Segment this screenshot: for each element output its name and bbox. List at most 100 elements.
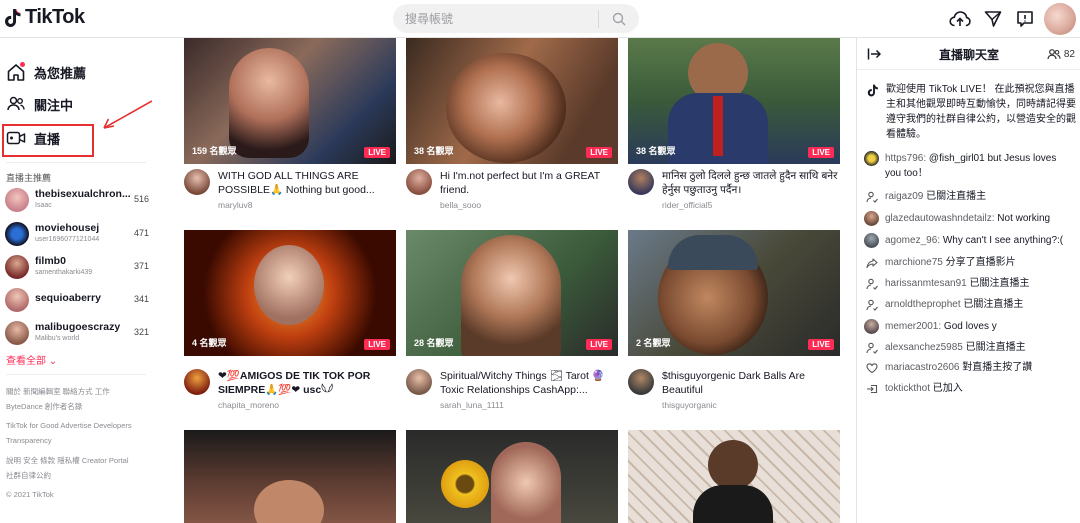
card-username[interactable]: thisguyorganic xyxy=(662,400,717,410)
creator-item[interactable]: malibugoescrazy Malibu's world 321 xyxy=(5,319,151,349)
avatar[interactable] xyxy=(628,169,654,195)
live-thumbnail[interactable]: 159 名觀眾 LIVE xyxy=(184,38,396,164)
footer-links[interactable]: 社群自律公約 xyxy=(6,470,51,481)
creator-name: malibugoescrazy xyxy=(35,321,121,333)
see-all-label: 查看全部 xyxy=(6,356,46,367)
annotation-arrow-icon xyxy=(103,100,152,129)
footer-links[interactable]: ByteDance 創作者名錄 xyxy=(6,401,82,412)
avatar xyxy=(5,321,29,345)
logo-text: TikTok xyxy=(25,6,85,28)
upload-button[interactable] xyxy=(949,8,971,30)
messages-button[interactable] xyxy=(982,8,1004,30)
live-thumbnail[interactable]: 28 名觀眾 LIVE xyxy=(406,230,618,356)
chat-username[interactable]: mariacastro2606 xyxy=(885,362,959,373)
chat-text: Why can't I see anything?:( xyxy=(940,235,1064,246)
footer-links[interactable]: 說明 安全 條款 隱私權 Creator Portal xyxy=(6,455,129,466)
avatar xyxy=(5,222,29,246)
footer-links[interactable]: TikTok for Good Advertise Developers xyxy=(6,421,132,430)
suggested-creators-title: 直播主推薦 xyxy=(6,173,52,183)
share-icon xyxy=(864,255,879,270)
chat-username[interactable]: memer2001: xyxy=(885,321,941,332)
viewer-count: 516 xyxy=(133,194,149,204)
following-icon xyxy=(7,96,25,111)
card-username[interactable]: sarah_luna_1111 xyxy=(440,400,504,410)
avatar[interactable] xyxy=(406,169,432,195)
card-username[interactable]: bella_sooo xyxy=(440,200,481,210)
avatar[interactable] xyxy=(864,151,879,166)
viewer-count: 471 xyxy=(133,228,149,238)
live-badge: LIVE xyxy=(586,147,612,158)
profile-avatar[interactable] xyxy=(1044,3,1076,35)
chat-username[interactable]: https796: xyxy=(885,153,926,164)
send-icon xyxy=(984,11,1002,27)
viewer-count: 38 名觀眾 xyxy=(636,146,676,156)
follow-icon xyxy=(864,297,879,312)
nav-for-you[interactable]: 為您推薦 xyxy=(6,60,86,84)
avatar[interactable] xyxy=(184,369,210,395)
chat-username[interactable]: harissanmtesan91 xyxy=(885,278,967,289)
chat-text: 已關注直播主 xyxy=(966,278,1030,289)
card-title: ❤💯AMIGOS DE TIK TOK POR SIEMPRE🙏💯❤ usc𓆩𓆪 xyxy=(218,370,371,396)
chat-username[interactable]: alexsanchez5985 xyxy=(885,342,963,353)
chat-text: God loves y xyxy=(941,321,997,332)
card-title: WITH GOD ALL THINGS ARE POSSIBLE🙏 Nothin… xyxy=(218,170,375,196)
live-thumbnail[interactable]: 4 名觀眾 LIVE xyxy=(184,230,396,356)
live-badge: LIVE xyxy=(586,339,612,350)
avatar[interactable] xyxy=(184,169,210,195)
creator-subtitle: Malibu's world xyxy=(35,335,80,342)
chat-text: 已關注直播主 xyxy=(962,342,1026,353)
search-bar xyxy=(393,4,639,33)
avatar[interactable] xyxy=(406,369,432,395)
chat-username[interactable]: raigaz09 xyxy=(885,191,923,202)
creator-item[interactable]: moviehousej user1696077121044 471 xyxy=(5,220,151,250)
avatar[interactable] xyxy=(864,319,879,334)
inbox-icon xyxy=(1017,11,1033,27)
follow-icon xyxy=(864,189,879,204)
card-username[interactable]: maryluv8 xyxy=(218,200,252,210)
creator-subtitle: user1696077121044 xyxy=(35,236,100,243)
creator-name: sequioaberry xyxy=(35,292,101,304)
search-button[interactable] xyxy=(599,4,639,33)
chat-text: 分享了直播影片 xyxy=(942,257,1016,268)
avatar[interactable] xyxy=(864,211,879,226)
creator-item[interactable]: sequioaberry 341 xyxy=(5,286,151,316)
card-username[interactable]: chapita_moreno xyxy=(218,400,279,410)
creator-subtitle: samenthakarki439 xyxy=(35,269,93,276)
top-bar: TikTok xyxy=(0,0,1080,38)
creator-item[interactable]: thebisexualchron... Isaac 516 xyxy=(5,186,151,216)
see-all-link[interactable]: 查看全部 ⌄ xyxy=(6,352,57,367)
chat-username[interactable]: glazedautowashndetailz: xyxy=(885,213,995,224)
avatar[interactable] xyxy=(864,233,879,248)
viewer-count: 159 名觀眾 xyxy=(192,146,237,156)
creator-item[interactable]: filmb0 samenthakarki439 371 xyxy=(5,253,151,283)
live-thumbnail[interactable] xyxy=(184,430,396,523)
card-title: मानिस ठुलो दिलले हुन्छ जातले हुदैन साथि … xyxy=(662,170,838,196)
sidebar-divider xyxy=(6,162,146,163)
inbox-button[interactable] xyxy=(1014,8,1036,30)
chat-username[interactable]: arnoldtheprophet xyxy=(885,299,961,310)
footer-links[interactable]: 關於 新聞編輯室 聯絡方式 工作 xyxy=(6,386,110,397)
avatar[interactable] xyxy=(628,369,654,395)
tiktok-live-page: { "header": { "logo": "TikTok", "search_… xyxy=(0,0,1080,523)
live-thumbnail[interactable]: 2 名觀眾 LIVE xyxy=(628,230,840,356)
live-thumbnail[interactable] xyxy=(406,430,618,523)
cloud-upload-icon xyxy=(949,11,971,27)
live-thumbnail[interactable]: 38 名觀眾 LIVE xyxy=(628,38,840,164)
card-username[interactable]: rider_official5 xyxy=(662,200,712,210)
follow-icon xyxy=(864,340,879,355)
chat-text: 對直播主按了讚 xyxy=(959,362,1033,373)
live-thumbnail[interactable]: 38 名觀眾 LIVE xyxy=(406,38,618,164)
chat-username[interactable]: toktickthot xyxy=(885,383,930,394)
card-title: Hi I'm.not perfect but I'm a GREAT frien… xyxy=(440,170,601,196)
live-thumbnail[interactable] xyxy=(628,430,840,523)
tiktok-logo[interactable]: TikTok xyxy=(4,6,85,29)
tiktok-note-icon xyxy=(5,8,21,27)
creator-subtitle: Isaac xyxy=(35,202,52,209)
card-title: Spiritual/Witchy Things 🌫 Tarot 🔮 Toxic … xyxy=(440,370,605,396)
viewer-count: 4 名觀眾 xyxy=(192,338,227,348)
chat-username[interactable]: agomez_96: xyxy=(885,235,940,246)
search-input[interactable] xyxy=(393,4,598,33)
footer-links[interactable]: Transparency xyxy=(6,436,52,445)
nav-following[interactable]: 關注中 xyxy=(6,92,73,116)
chat-username[interactable]: marchione75 xyxy=(885,257,943,268)
